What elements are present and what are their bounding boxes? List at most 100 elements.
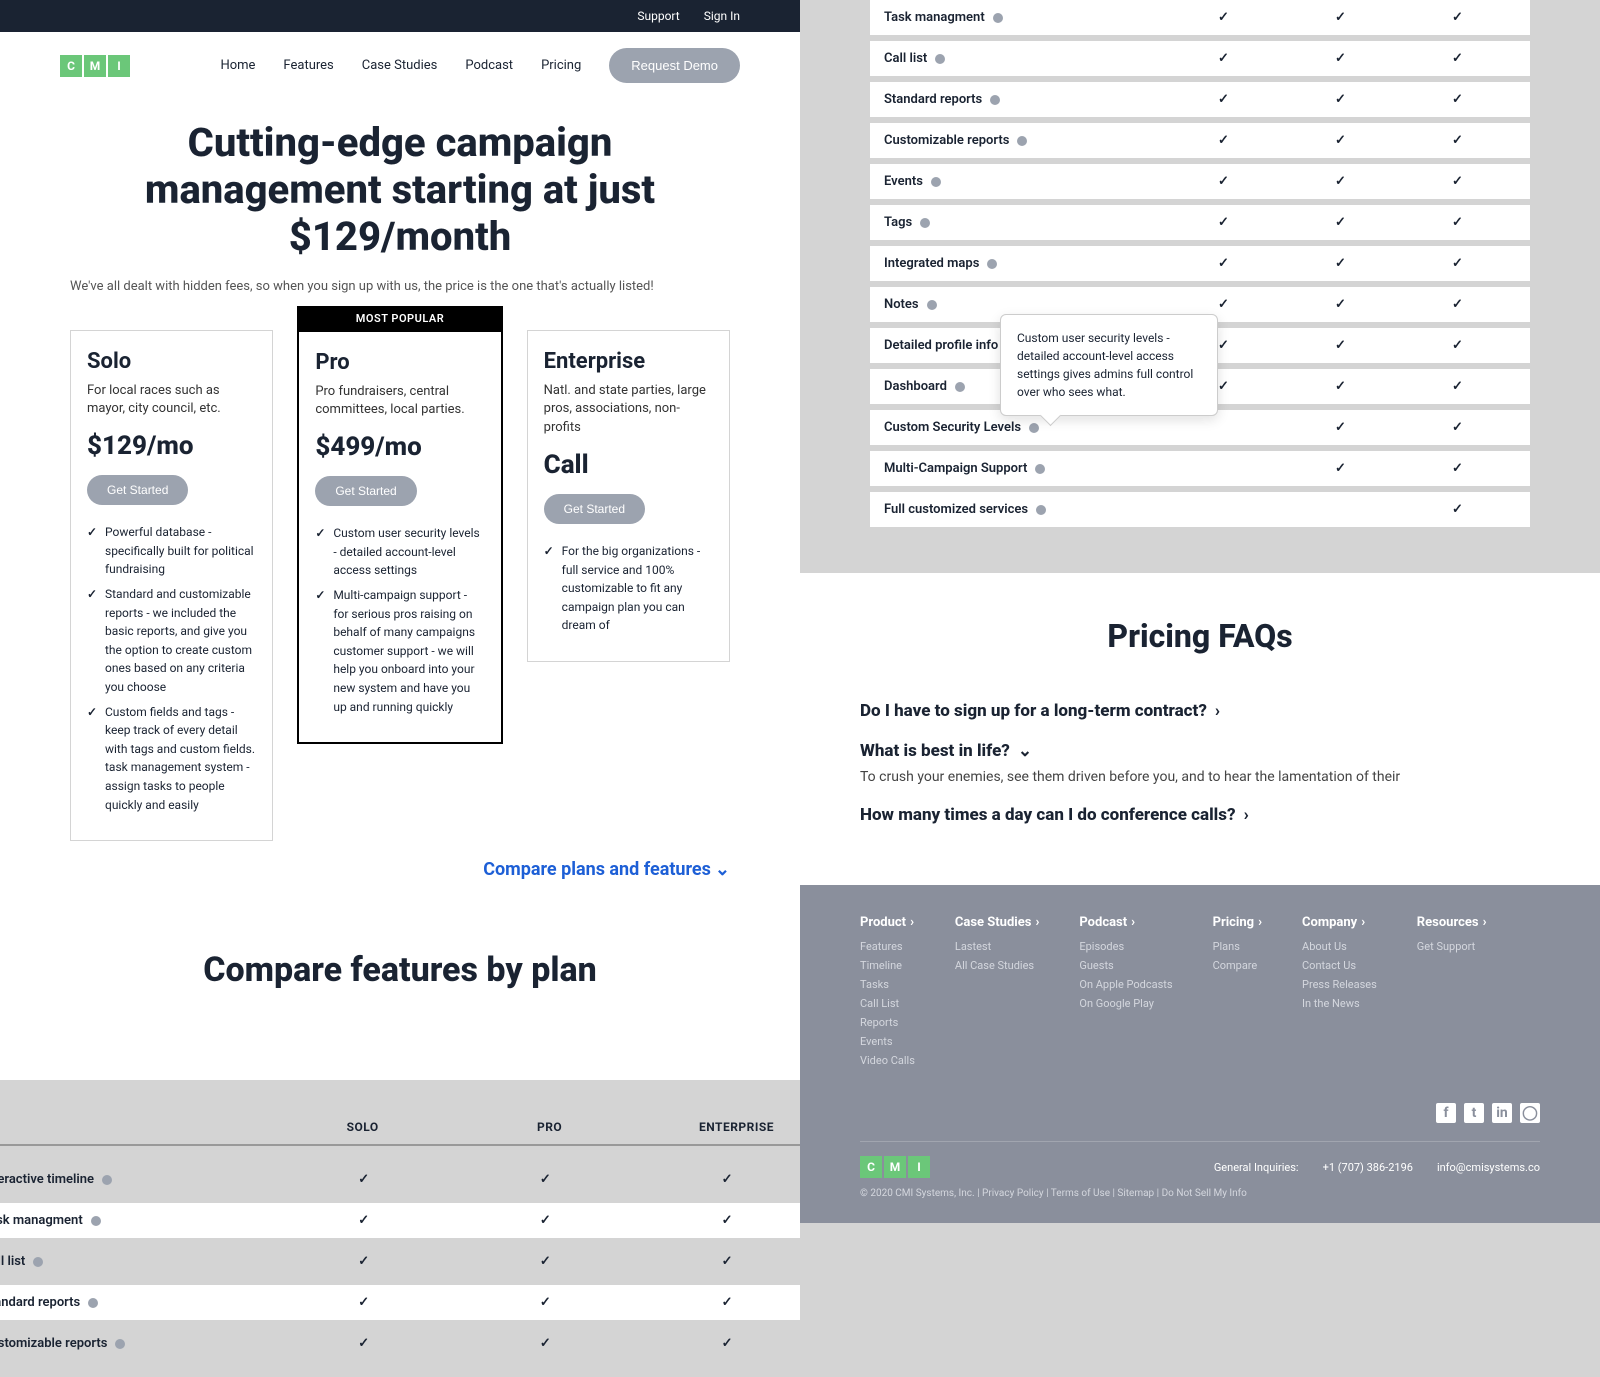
card-desc: Pro fundraisers, central committees, loc… (315, 383, 484, 421)
faq-section: Pricing FAQs Do I have to sign up for a … (800, 573, 1600, 885)
footer-heading[interactable]: Company › (1302, 915, 1377, 930)
facebook-icon[interactable]: f (1436, 1103, 1456, 1123)
request-demo-button[interactable]: Request Demo (609, 48, 740, 83)
check-solo: ✓ (1165, 10, 1282, 25)
info-icon[interactable] (33, 1257, 43, 1267)
check-solo: ✓ (1165, 92, 1282, 107)
nav-features[interactable]: Features (283, 58, 333, 73)
info-icon[interactable] (1036, 505, 1046, 515)
feature-name: Full customized services (884, 502, 1165, 517)
twitter-icon[interactable]: t (1464, 1103, 1484, 1123)
hero: Cutting-edge campaign management startin… (0, 99, 800, 306)
footer-link[interactable]: Lastest (955, 940, 1039, 953)
footer-heading[interactable]: Case Studies › (955, 915, 1039, 930)
check-pro: ✓ (1282, 420, 1399, 435)
nav-pricing[interactable]: Pricing (541, 58, 581, 73)
info-icon[interactable] (102, 1175, 112, 1185)
feature-name: Integrated maps (884, 256, 1165, 271)
get-started-button[interactable]: Get Started (544, 494, 645, 524)
info-icon[interactable] (927, 300, 937, 310)
check-solo: ✓ (1165, 215, 1282, 230)
footer-link[interactable]: Guests (1079, 959, 1172, 972)
footer-link[interactable]: In the News (1302, 997, 1377, 1010)
info-icon[interactable] (1029, 423, 1039, 433)
inquiries-label: General Inquiries: (1214, 1161, 1299, 1174)
feature-row: Tags ✓ ✓ ✓ (870, 205, 1530, 240)
nav-links: Home Features Case Studies Podcast Prici… (220, 48, 740, 83)
footer-link[interactable]: All Case Studies (955, 959, 1039, 972)
footer-link[interactable]: Reports (860, 1016, 915, 1029)
faq-question[interactable]: What is best in life? ⌄ (860, 741, 1540, 761)
footer-link[interactable]: Events (860, 1035, 915, 1048)
email[interactable]: info@cmisystems.co (1437, 1161, 1540, 1174)
compare-plans-link[interactable]: Compare plans and features⌄ (483, 859, 730, 880)
footer-link[interactable]: Video Calls (860, 1054, 915, 1067)
info-icon[interactable] (987, 259, 997, 269)
info-icon[interactable] (935, 54, 945, 64)
faq-answer: To crush your enemies, see them driven b… (860, 769, 1540, 785)
footer-link[interactable]: Contact Us (1302, 959, 1377, 972)
footer-link[interactable]: Episodes (1079, 940, 1172, 953)
check-solo: ✓ (1165, 297, 1282, 312)
linkedin-icon[interactable]: in (1492, 1103, 1512, 1123)
nav-cases[interactable]: Case Studies (362, 58, 438, 73)
support-link[interactable]: Support (637, 9, 679, 23)
tooltip: Custom user security levels - detailed a… (1000, 314, 1218, 416)
footer-heading[interactable]: Pricing › (1213, 915, 1262, 930)
signin-link[interactable]: Sign In (704, 9, 740, 23)
github-icon[interactable]: ◯ (1520, 1103, 1540, 1123)
check-ent: ✓ (1399, 215, 1516, 230)
footer-link[interactable]: Press Releases (1302, 978, 1377, 991)
footer-link[interactable]: Tasks (860, 978, 915, 991)
footer: Product › Features Timeline Tasks Call List R… (800, 885, 1600, 1223)
feature-row: Standard reports ✓ ✓ ✓ (870, 82, 1530, 117)
get-started-button[interactable]: Get Started (315, 476, 416, 506)
card-title: Enterprise (544, 349, 713, 374)
feature-row: Customizable reports ✓ ✓ ✓ (870, 123, 1530, 158)
footer-link[interactable]: Compare (1213, 959, 1262, 972)
info-icon[interactable] (1035, 464, 1045, 474)
footer-link[interactable]: Get Support (1417, 940, 1487, 953)
inquiries: General Inquiries: +1 (707) 386-2196 inf… (1214, 1161, 1540, 1174)
nav-home[interactable]: Home (220, 58, 255, 73)
footer-heading[interactable]: Product › (860, 915, 915, 930)
footer-link[interactable]: Features (860, 940, 915, 953)
footer-link[interactable]: Plans (1213, 940, 1262, 953)
info-icon[interactable] (1017, 136, 1027, 146)
footer-link[interactable]: On Apple Podcasts (1079, 978, 1172, 991)
footer-logo[interactable]: C M I (860, 1156, 930, 1178)
chevron-right-icon: › (1215, 701, 1220, 721)
get-started-button[interactable]: Get Started (87, 475, 188, 505)
footer-link[interactable]: Timeline (860, 959, 915, 972)
footer-bottom: C M I General Inquiries: +1 (707) 386-21… (860, 1141, 1540, 1178)
check-pro: ✓ (1282, 256, 1399, 271)
legal-text: © 2020 CMI Systems, Inc. | Privacy Polic… (860, 1188, 1540, 1199)
info-icon[interactable] (920, 218, 930, 228)
info-icon[interactable] (955, 382, 965, 392)
faq-question[interactable]: Do I have to sign up for a long-term con… (860, 701, 1540, 721)
info-icon[interactable] (115, 1339, 125, 1349)
social-icons: f t in ◯ (860, 1103, 1540, 1123)
check-ent: ✓ (636, 1213, 818, 1228)
info-icon[interactable] (88, 1298, 98, 1308)
info-icon[interactable] (993, 13, 1003, 23)
info-icon[interactable] (931, 177, 941, 187)
info-icon[interactable] (990, 95, 1000, 105)
footer-link[interactable]: On Google Play (1079, 997, 1172, 1010)
faq-question[interactable]: How many times a day can I do conference… (860, 805, 1540, 825)
footer-link[interactable]: Call List (860, 997, 915, 1010)
card-enterprise: Enterprise Natl. and state parties, larg… (527, 330, 730, 663)
footer-heading[interactable]: Resources › (1417, 915, 1487, 930)
nav-podcast[interactable]: Podcast (465, 58, 513, 73)
footer-heading[interactable]: Podcast › (1079, 915, 1172, 930)
card-title: Solo (87, 349, 256, 374)
col-solo: SOLO (269, 1120, 456, 1134)
col-pro: PRO (456, 1120, 643, 1134)
phone[interactable]: +1 (707) 386-2196 (1323, 1161, 1413, 1174)
footer-link[interactable]: About Us (1302, 940, 1377, 953)
info-icon[interactable] (91, 1216, 101, 1226)
logo-letter: M (84, 55, 106, 77)
logo[interactable]: C M I (60, 55, 130, 77)
logo-letter: M (884, 1156, 906, 1178)
compare-header: SOLO PRO ENTERPRISE (0, 1120, 830, 1146)
